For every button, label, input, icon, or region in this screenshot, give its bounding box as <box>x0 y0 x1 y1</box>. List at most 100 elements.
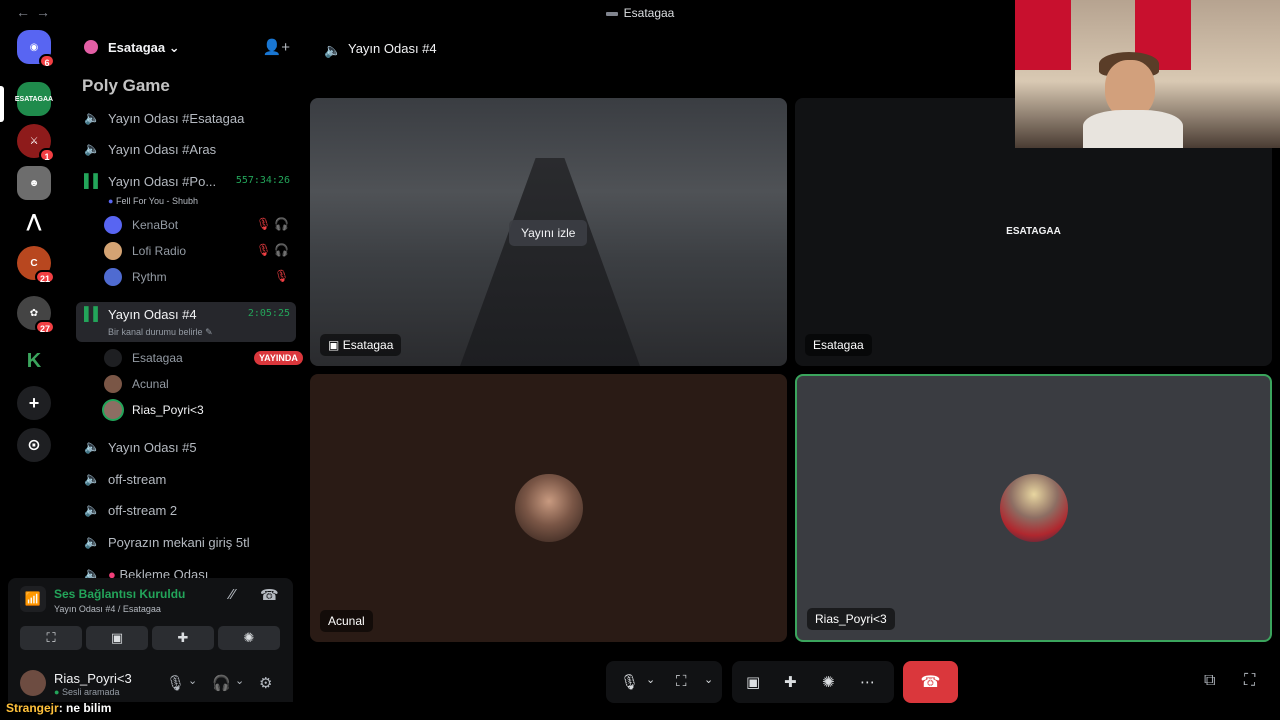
channel-off-stream-2[interactable]: 🔈 off-stream 2 <box>76 498 296 524</box>
user-name[interactable]: Rias_Poyri<3 <box>54 671 132 686</box>
channel-yayin-5[interactable]: 🔈 Yayın Odası #5 <box>76 435 296 461</box>
channel-label: Yayın Odası #Aras <box>108 142 217 157</box>
server-esatagaa-label: ESATAGAA <box>14 95 54 103</box>
dot-icon: ● <box>108 567 116 578</box>
invite-people-icon[interactable]: 👤+ <box>263 38 290 56</box>
fullscreen-icon[interactable]: ⛶ <box>1244 672 1255 690</box>
voice-user-rythm[interactable]: Rythm 🎙 <box>104 265 294 289</box>
stream-overlay-banner: Poly Game <box>82 76 170 95</box>
avatar <box>104 216 122 234</box>
guild-name-text: Esatagaa <box>108 40 166 55</box>
screen-share-icon: ▣ <box>110 630 124 645</box>
channel-yayin-aras[interactable]: 🔈 Yayın Odası #Aras <box>76 137 296 163</box>
server-glyph: C <box>30 257 38 269</box>
headphones-icon[interactable]: 🎧 <box>212 674 231 692</box>
activities-button[interactable]: ✚ <box>152 626 214 650</box>
channel-label: Yayın Odası #Po... <box>108 174 217 189</box>
microphone-icon[interactable]: 🎙 <box>166 674 185 692</box>
channel-off-stream[interactable]: 🔈 off-stream <box>76 467 296 493</box>
tile-center-label: ESATAGAA <box>1006 226 1061 237</box>
more-options-icon[interactable]: ⋯ <box>860 673 875 691</box>
hang-up-icon: ☎ <box>920 674 941 691</box>
screen-share-icon: ▣ <box>328 338 340 352</box>
voice-user-lofi-radio[interactable]: Lofi Radio 🎙 🎧 <box>104 239 294 263</box>
microphone-icon[interactable]: 🎙 <box>620 673 639 691</box>
soundboard-button[interactable]: ✺ <box>218 626 280 650</box>
server-icon[interactable]: ⚔ 1 <box>17 124 55 162</box>
camera-off-button[interactable]: ⛶ <box>20 626 82 650</box>
speaker-icon: 🔈 <box>84 439 101 454</box>
discord-home-icon[interactable]: ◉ 6 <box>17 30 55 68</box>
server-icon[interactable]: ⋀ <box>17 204 51 238</box>
channel-poyrazin-mekani[interactable]: 🔈 Poyrazın mekani giriş 5tl <box>76 530 296 556</box>
speaker-icon: 🔈 <box>84 141 101 156</box>
server-folder[interactable]: C 21 <box>17 246 55 284</box>
chevron-down-icon[interactable]: ⌄ <box>646 673 655 686</box>
voice-user-esatagaa[interactable]: Esatagaa YAYINDA ▣ <box>104 346 315 370</box>
live-badge: YAYINDA <box>254 351 303 365</box>
chevron-down-icon[interactable]: ⌄ <box>704 673 713 686</box>
activities-icon[interactable]: ✚ <box>784 673 797 691</box>
pencil-icon: ✎ <box>205 327 213 337</box>
voice-user-name: KenaBot <box>132 218 179 232</box>
channel-status-prompt[interactable]: Bir kanal durumu belirle ✎ <box>108 327 213 338</box>
channel-yayin-po[interactable]: ▌▌ Yayın Odası #Po... 557:34:26 <box>76 169 296 195</box>
chevron-down-icon[interactable]: ⌄ <box>188 674 197 687</box>
mic-camera-controls: 🎙 ⌄ ⛶ ⌄ <box>606 661 722 703</box>
notification-badge: 21 <box>34 270 55 284</box>
signal-icon[interactable]: 📶 <box>20 586 46 612</box>
stream-tile-esatagaa[interactable]: Yayını izle ▣ Esatagaa <box>310 98 787 366</box>
participant-tile-rias-poyri[interactable]: Rias_Poyri<3 <box>795 374 1272 642</box>
server-esatagaa[interactable]: ESATAGAA <box>14 82 54 116</box>
speaker-icon: 🔈 <box>84 110 101 125</box>
channel-label: Yayın Odası #5 <box>108 440 197 455</box>
server-icon[interactable]: K <box>17 344 51 378</box>
user-status: ● Sesli aramada <box>54 687 119 697</box>
channel-bekleme-odasi[interactable]: 🔈 ● Bekleme Odası <box>76 562 296 578</box>
muted-icon: 🎙 <box>274 269 290 283</box>
add-server-glyph: + <box>28 392 40 413</box>
server-folder[interactable]: ✿ 27 <box>17 296 55 334</box>
voice-status-subtitle[interactable]: Yayın Odası #4 / Esatagaa <box>54 604 161 614</box>
user-avatar[interactable] <box>20 670 46 696</box>
camera-off-icon[interactable]: ⛶ <box>676 673 687 690</box>
settings-gear-icon[interactable]: ⚙ <box>259 674 272 692</box>
guild-name: Esatagaa ⌄ <box>108 40 180 56</box>
voice-user-name: Acunal <box>132 377 169 391</box>
screen-share-button[interactable]: ▣ <box>86 626 148 650</box>
popout-icon[interactable]: ⧉ <box>1204 672 1215 690</box>
add-server-icon[interactable]: + <box>17 386 51 420</box>
webcam-body <box>1083 110 1183 148</box>
notification-badge: 1 <box>39 148 55 162</box>
explore-icon[interactable]: ⊙ <box>17 428 51 462</box>
leave-call-button[interactable]: ☎ <box>903 661 958 703</box>
voice-user-name: Esatagaa <box>132 351 183 365</box>
screen-share-icon[interactable]: ▣ <box>746 673 760 691</box>
deafened-icon: 🎧 <box>274 217 289 231</box>
voice-active-icon: ▌▌ <box>84 306 103 321</box>
voice-user-name: Rythm <box>132 270 167 284</box>
activities-icon: ✚ <box>177 630 189 645</box>
server-glyph: ⚔ <box>29 135 39 147</box>
voice-user-rias-poyri[interactable]: Rias_Poyri<3 <box>104 398 294 422</box>
tile-name: Acunal <box>320 610 373 632</box>
participant-tile-acunal[interactable]: Acunal <box>310 374 787 642</box>
participant-avatar <box>999 474 1068 542</box>
soundboard-icon[interactable]: ✺ <box>822 673 835 691</box>
voice-user-acunal[interactable]: Acunal <box>104 372 294 396</box>
selected-server-indicator <box>0 86 4 122</box>
avatar <box>104 401 122 419</box>
speaker-icon: 🔈 <box>324 42 342 58</box>
voice-user-kenabot[interactable]: KenaBot 🎙 🎧 <box>104 213 294 237</box>
channel-status-text: Bir kanal durumu belirle <box>108 327 203 337</box>
watch-stream-button[interactable]: Yayını izle <box>509 220 588 246</box>
channel-yayin-4[interactable]: ▌▌ Yayın Odası #4 2:05:25 Bir kanal duru… <box>76 302 296 342</box>
server-icon[interactable]: ☻ <box>17 166 51 200</box>
disconnect-icon[interactable]: ☎ <box>260 586 279 604</box>
channel-status: ● Fell For You - Shubh <box>108 196 198 206</box>
voice-status-title[interactable]: Ses Bağlantısı Kuruldu <box>54 587 185 601</box>
chevron-down-icon[interactable]: ⌄ <box>235 674 244 687</box>
channel-yayin-esatagaa[interactable]: 🔈 Yayın Odası #Esatagaa <box>76 106 296 132</box>
guild-header[interactable]: Esatagaa ⌄ 👤+ <box>68 26 304 70</box>
noise-suppression-icon[interactable]: ⁄⁄ <box>230 586 235 603</box>
